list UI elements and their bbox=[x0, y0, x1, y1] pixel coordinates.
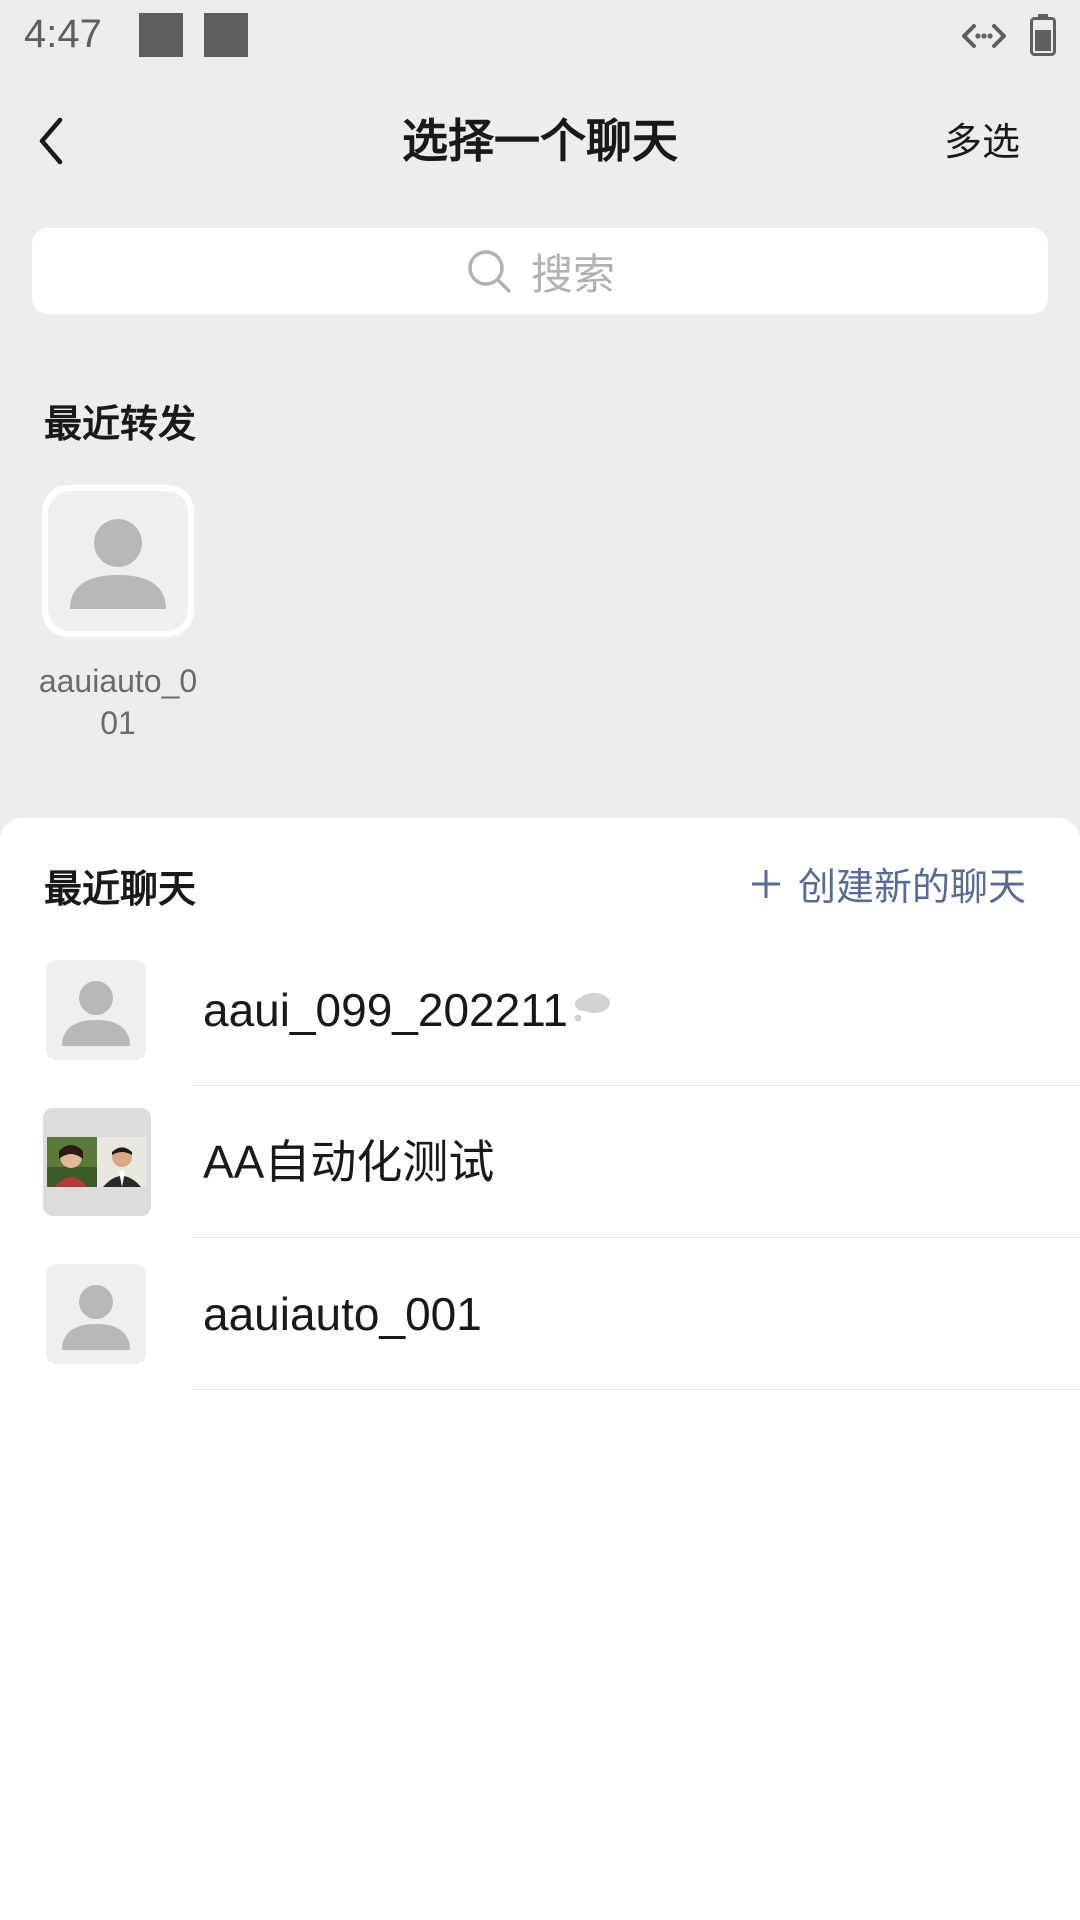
default-person-avatar bbox=[62, 1285, 130, 1350]
recent-forward-avatar[interactable] bbox=[42, 485, 194, 637]
battery-icon bbox=[1030, 14, 1056, 56]
notification-square-icon bbox=[139, 13, 183, 57]
group-member-photo bbox=[47, 1137, 97, 1187]
search-bar[interactable]: 搜索 bbox=[32, 228, 1048, 314]
create-new-chat-button[interactable]: 创建新的聊天 bbox=[750, 856, 1026, 911]
notification-square-icon bbox=[204, 13, 248, 57]
recent-forward-name[interactable]: aauiauto_001 bbox=[30, 660, 206, 744]
chat-name: aauiauto_001 bbox=[203, 1288, 482, 1340]
search-icon bbox=[468, 250, 511, 293]
back-button[interactable] bbox=[30, 108, 80, 174]
mute-notifications-icon bbox=[574, 993, 610, 1022]
search-placeholder: 搜索 bbox=[530, 249, 615, 299]
default-person-avatar bbox=[62, 981, 130, 1046]
chat-row[interactable]: aaui_099_202211 bbox=[0, 934, 1080, 1086]
chevron-left-icon bbox=[39, 117, 63, 165]
recent-forward-title: 最近转发 bbox=[44, 402, 197, 446]
avatar bbox=[46, 1264, 146, 1364]
chat-name: AA自动化测试 bbox=[203, 1136, 495, 1188]
avatar bbox=[46, 960, 146, 1060]
chat-row[interactable]: aauiauto_001 bbox=[0, 1238, 1080, 1390]
create-new-chat-label: 创建新的聊天 bbox=[797, 865, 1026, 909]
recent-chats-panel: 最近聊天 创建新的聊天 aaui_099_202211 AA自动化测试 aaui… bbox=[0, 818, 1080, 1920]
network-arrows-icon bbox=[962, 24, 1006, 48]
default-person-avatar bbox=[70, 519, 166, 609]
chat-name: aaui_099_202211 bbox=[203, 984, 568, 1036]
status-time: 4:47 bbox=[24, 12, 102, 56]
group-member-photo bbox=[97, 1137, 147, 1187]
divider bbox=[192, 1389, 1080, 1390]
multi-select-button[interactable]: 多选 bbox=[920, 110, 1020, 174]
chat-row[interactable]: AA自动化测试 bbox=[0, 1086, 1080, 1238]
recent-chats-title: 最近聊天 bbox=[44, 867, 197, 911]
status-bar: 4:47 bbox=[0, 0, 1080, 74]
page-title: 选择一个聊天 bbox=[402, 114, 678, 168]
group-avatar bbox=[43, 1108, 151, 1216]
plus-icon bbox=[751, 869, 780, 898]
